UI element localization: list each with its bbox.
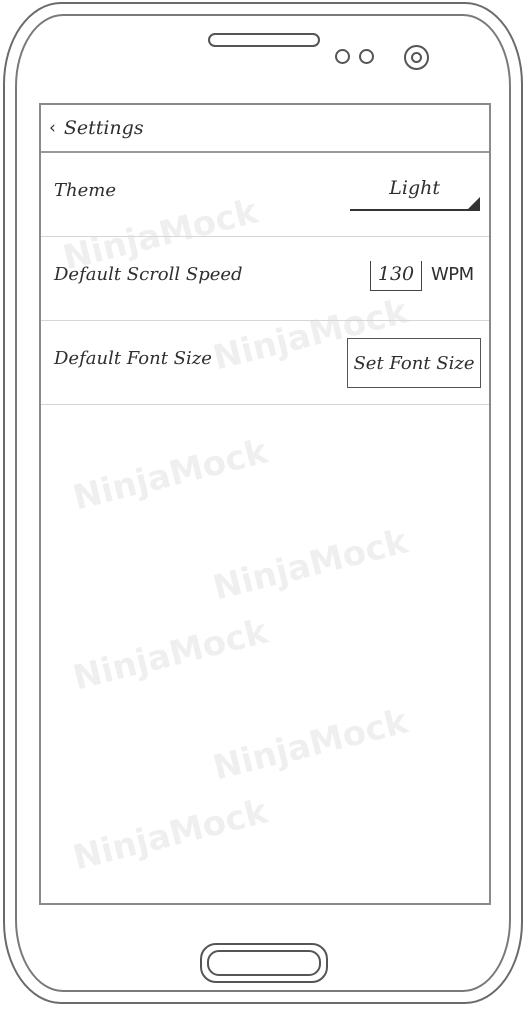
watermark: NinjaMock [209, 701, 412, 789]
scroll-speed-row: Default Scroll Speed 130 WPM [41, 237, 489, 321]
theme-label: Theme [54, 180, 116, 201]
watermark: NinjaMock [69, 791, 272, 879]
page-title: Settings [63, 117, 144, 139]
watermark: NinjaMock [69, 611, 272, 699]
screen: NinjaMock NinjaMock NinjaMock NinjaMock … [39, 103, 491, 905]
scroll-speed-label: Default Scroll Speed [54, 264, 243, 285]
light-sensor [359, 49, 374, 64]
back-arrow-icon[interactable]: ‹ [49, 118, 56, 138]
app-header: ‹ Settings [41, 105, 489, 153]
dropdown-arrow-icon [468, 197, 480, 209]
proximity-sensor [335, 49, 350, 64]
theme-row: Theme Light [41, 153, 489, 237]
watermark: NinjaMock [69, 431, 272, 519]
font-size-row: Default Font Size Set Font Size [41, 321, 489, 405]
scroll-speed-unit: WPM [431, 264, 474, 285]
theme-dropdown[interactable]: Light [350, 175, 480, 211]
font-size-label: Default Font Size [54, 348, 212, 369]
watermark: NinjaMock [209, 521, 412, 609]
set-font-size-button[interactable]: Set Font Size [347, 338, 481, 388]
scroll-speed-input[interactable]: 130 [370, 261, 422, 291]
speaker-grille [208, 33, 320, 47]
front-camera-icon [404, 45, 429, 70]
home-button[interactable] [200, 943, 328, 983]
theme-selected-value: Light [389, 177, 440, 199]
